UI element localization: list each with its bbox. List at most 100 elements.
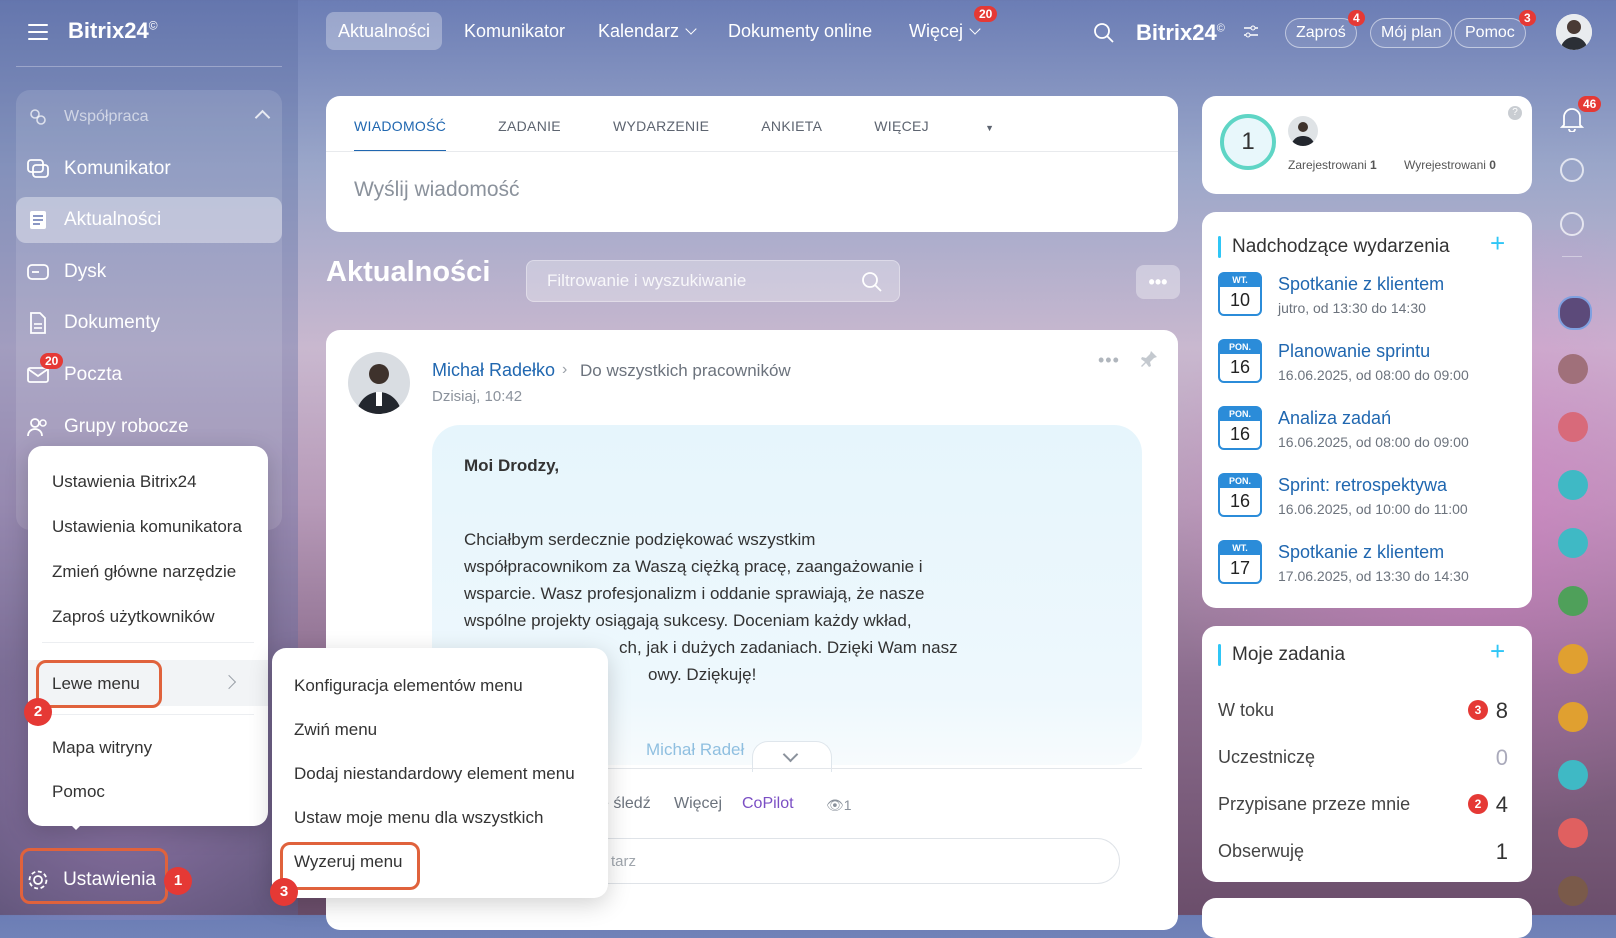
search-icon[interactable] — [1093, 22, 1115, 49]
event-title[interactable]: Analiza zadań — [1278, 408, 1391, 429]
avatar[interactable] — [1558, 354, 1588, 384]
sidebar-item-documents[interactable]: Dokumenty — [16, 300, 282, 346]
comment-placeholder: tarz — [611, 853, 637, 870]
tab-poll[interactable]: ANKIETA — [761, 118, 822, 152]
task-row-in-progress[interactable]: W toku 3 8 — [1218, 698, 1508, 723]
my-plan-button[interactable]: Mój plan — [1370, 18, 1453, 48]
task-icon[interactable] — [1558, 412, 1588, 442]
task-icon[interactable] — [1558, 702, 1588, 732]
avatar[interactable] — [1288, 116, 1318, 146]
logo[interactable]: Bitrix24© — [68, 18, 158, 44]
pin-icon[interactable] — [1140, 350, 1158, 373]
sidebar-item-label: Komunikator — [64, 158, 171, 179]
video-icon[interactable] — [1558, 818, 1588, 848]
post-time[interactable]: Dzisiaj, 10:42 — [432, 388, 522, 405]
tab-more[interactable]: WIĘCEJ ▼ — [874, 118, 1046, 152]
chevron-up-icon[interactable] — [254, 109, 271, 126]
event-title[interactable]: Spotkanie z klientem — [1278, 542, 1444, 563]
task-icon[interactable] — [1558, 528, 1588, 558]
divider — [42, 642, 254, 643]
sidebar-item-mail[interactable]: 20 Poczta — [16, 352, 282, 398]
brand-right[interactable]: Bitrix24© — [1136, 20, 1225, 46]
calendar-icon: PON. 16 — [1218, 406, 1262, 450]
event-title[interactable]: Planowanie sprintu — [1278, 341, 1430, 362]
tab-calendar[interactable]: Kalendarz — [586, 12, 707, 50]
target-icon[interactable] — [1560, 158, 1584, 182]
unregistered-count: 0 — [1489, 158, 1496, 172]
mail-badge: 20 — [40, 353, 64, 369]
task-icon[interactable] — [1558, 760, 1588, 790]
menu-item-bitrix-settings[interactable]: Ustawienia Bitrix24 — [52, 472, 197, 492]
menu-item-invite-users[interactable]: Zaproś użytkowników — [52, 607, 215, 627]
menu-item-collapse-menu[interactable]: Zwiń menu — [294, 720, 377, 740]
hamburger-menu-icon[interactable] — [28, 24, 48, 45]
tab-feed[interactable]: Aktualności — [326, 12, 443, 50]
message-input[interactable]: Wyślij wiadomość — [354, 178, 520, 202]
menu-item-help[interactable]: Pomoc — [52, 782, 105, 802]
menu-item-set-menu-for-all[interactable]: Ustaw moje menu dla wszystkich — [294, 808, 543, 828]
sidebar-item-feed[interactable]: Aktualności — [16, 197, 282, 243]
events-widget: Nadchodzące wydarzenia + WT. 10 Spotkanie… — [1202, 212, 1532, 608]
document-icon — [26, 311, 50, 335]
calendar-date: 10 — [1229, 290, 1251, 310]
menu-item-sitemap[interactable]: Mapa witryny — [52, 738, 152, 758]
filter-search-input[interactable]: Filtrowanie i wyszukiwanie — [526, 260, 900, 302]
calendar-day: PON. — [1220, 408, 1260, 421]
post-line: owy. Dziękuję! — [648, 665, 757, 684]
copilot-link[interactable]: CoPilot — [742, 795, 794, 813]
tab-online-documents[interactable]: Dokumenty online — [716, 12, 884, 50]
task-row-label: W toku — [1218, 700, 1275, 720]
list-icon[interactable] — [1558, 586, 1588, 616]
sidebar-group-label: Współpraca — [64, 108, 149, 125]
highlight-settings — [20, 848, 168, 904]
sidebar-item-workgroups[interactable]: Grupy robocze — [16, 404, 282, 450]
more-link[interactable]: Więcej — [674, 795, 722, 813]
feed-more-button[interactable]: ••• — [1136, 265, 1180, 299]
logo-mark: © — [148, 18, 158, 33]
sidebar-item-messenger[interactable]: Komunikator — [16, 146, 282, 192]
task-count: 0 — [1495, 745, 1508, 770]
post-line: Chciałbym serdecznie podziękować wszystk… — [464, 530, 816, 549]
author-avatar[interactable] — [348, 352, 410, 414]
unregistered-stat: Wyrejestrowani 0 — [1404, 158, 1496, 172]
tab-message[interactable]: WIADOMOŚĆ — [354, 118, 447, 152]
post-author[interactable]: Michał Radełko — [432, 360, 555, 381]
search-icon[interactable] — [861, 271, 883, 298]
task-count: 4 — [1495, 792, 1508, 817]
task-icon[interactable] — [1558, 470, 1588, 500]
tab-task[interactable]: ZADANIE — [498, 118, 561, 152]
menu-item-configure-items[interactable]: Konfiguracja elementów menu — [294, 676, 523, 696]
avatar[interactable] — [1558, 296, 1592, 330]
sidebar-group-collaboration[interactable]: Współpraca — [16, 94, 282, 140]
avatar[interactable] — [1556, 14, 1592, 50]
presence-counter[interactable]: 1 — [1220, 114, 1276, 170]
post-recipient[interactable]: Do wszystkich pracowników — [580, 361, 791, 381]
add-task-icon[interactable]: + — [1490, 636, 1505, 667]
comment-input[interactable]: tarz — [560, 838, 1120, 884]
sidebar-item-drive[interactable]: Dysk — [16, 249, 282, 295]
task-row-assigned-by-me[interactable]: Przypisane przeze mnie 2 4 — [1218, 792, 1508, 817]
invite-button[interactable]: Zaproś — [1285, 18, 1357, 48]
event-time: 17.06.2025, od 13:30 do 14:30 — [1278, 568, 1469, 584]
divider — [326, 151, 1178, 152]
event-title[interactable]: Sprint: retrospektywa — [1278, 475, 1447, 496]
task-row-following[interactable]: Obserwuję 1 — [1218, 839, 1508, 864]
task-row-participating[interactable]: Uczestniczę 0 — [1218, 745, 1508, 770]
add-event-icon[interactable]: + — [1490, 228, 1505, 259]
tasks-widget: Moje zadania + W toku 3 8 Uczestniczę 0 … — [1202, 626, 1532, 882]
tab-event[interactable]: WYDARZENIE — [613, 118, 709, 152]
sync-icon[interactable] — [1560, 212, 1584, 236]
avatar[interactable] — [1558, 876, 1588, 906]
bell-icon[interactable] — [1559, 106, 1585, 137]
task-icon[interactable] — [1558, 644, 1588, 674]
menu-item-add-custom-item[interactable]: Dodaj niestandardowy element menu — [294, 764, 575, 784]
tab-messenger[interactable]: Komunikator — [452, 12, 577, 50]
help-icon[interactable]: ? — [1508, 106, 1522, 120]
task-badge: 2 — [1468, 794, 1488, 814]
help-button[interactable]: Pomoc — [1454, 18, 1526, 48]
menu-item-change-main-tool[interactable]: Zmień główne narzędzie — [52, 562, 236, 582]
post-more-icon[interactable]: ••• — [1098, 350, 1120, 371]
event-title[interactable]: Spotkanie z klientem — [1278, 274, 1444, 295]
settings-sliders-icon[interactable] — [1243, 24, 1259, 45]
menu-item-messenger-settings[interactable]: Ustawienia komunikatora — [52, 517, 242, 537]
